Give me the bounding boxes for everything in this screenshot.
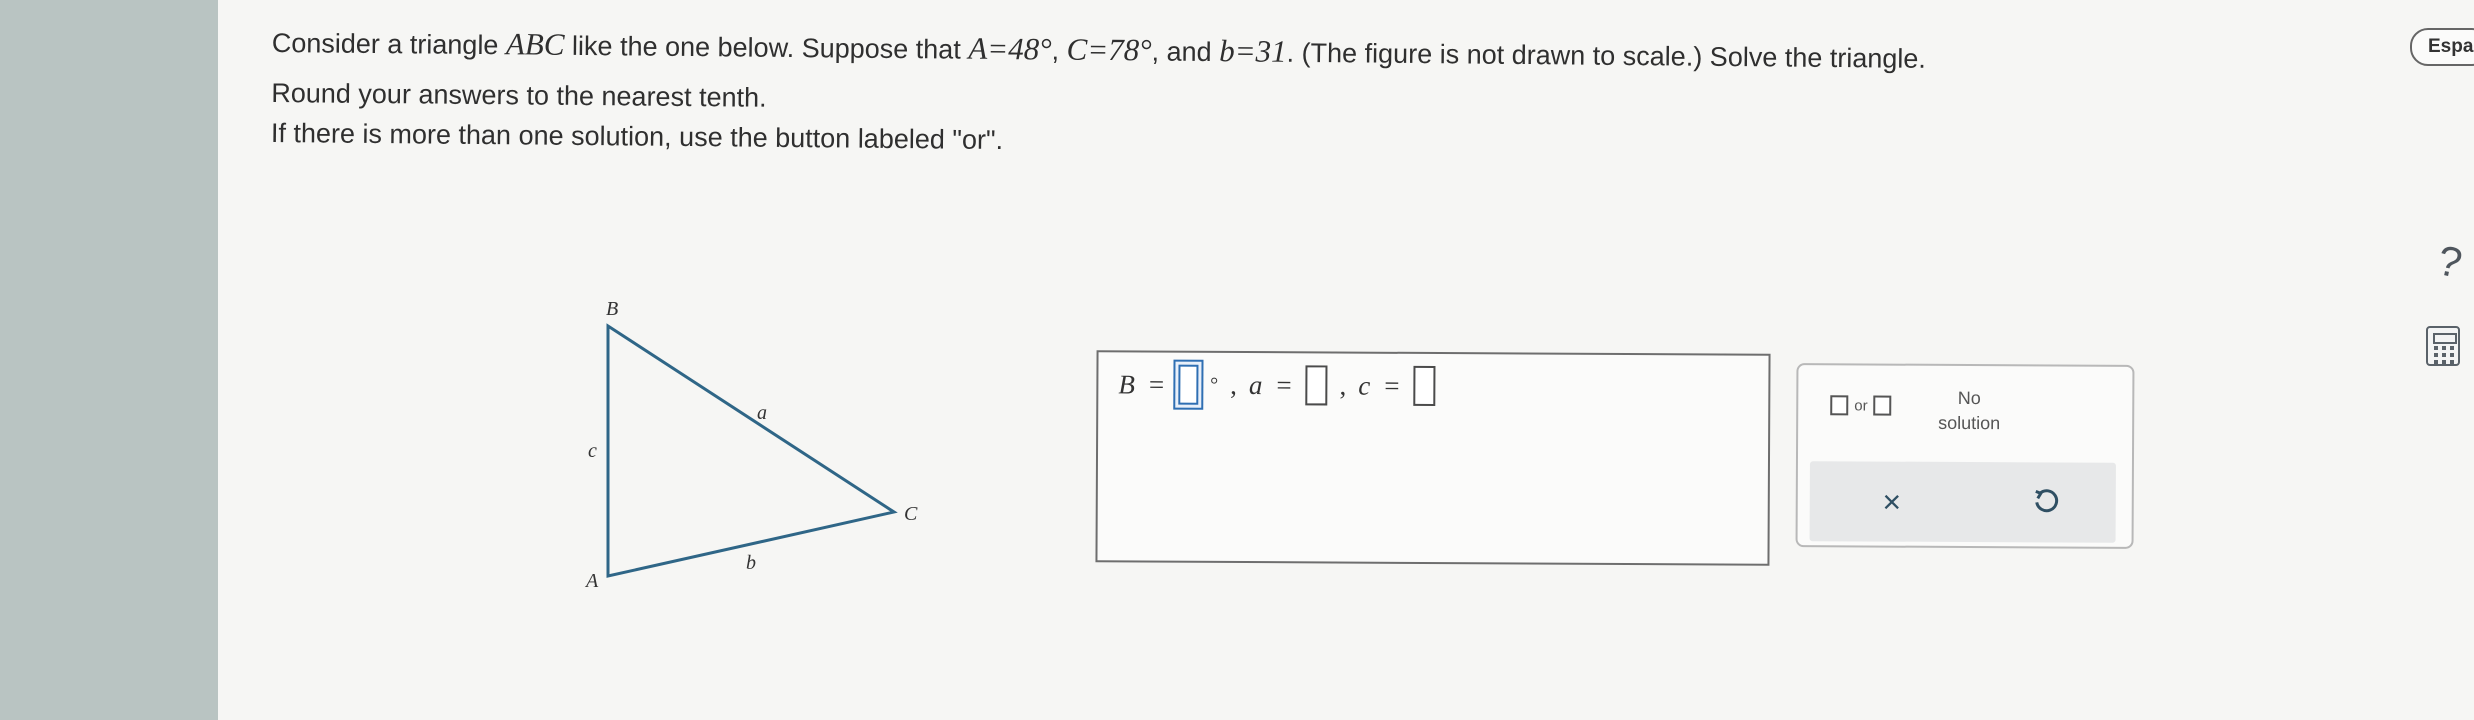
triangle-shape <box>606 323 898 578</box>
vertex-b-label: B <box>606 298 618 320</box>
close-icon: × <box>1882 483 1902 520</box>
no-solution-line1: No <box>1957 387 1981 409</box>
undo-icon <box>2035 489 2059 513</box>
angle-b-input[interactable] <box>1178 364 1199 405</box>
comma-after-b: , <box>1230 369 1237 400</box>
problem-prompt: Consider a triangle ABC like the one bel… <box>271 22 1926 169</box>
answer-entry-box: B = ° , a = , c = <box>1095 350 1771 566</box>
answer-row: B = ° , a = , c = <box>1118 364 1436 407</box>
equals-c: = <box>1384 370 1400 401</box>
answer-a-label: a <box>1248 369 1263 400</box>
prompt-like-text: like the one below. Suppose that <box>571 30 961 65</box>
no-solution-line2: solution <box>1938 412 2001 434</box>
answer-b-label: B <box>1118 368 1135 399</box>
language-tab[interactable]: Espa <box>2410 28 2474 66</box>
side-c-label: c <box>588 440 597 462</box>
angle-a-value: 48° <box>1008 31 1052 67</box>
or-left-box-icon <box>1830 395 1849 416</box>
degree-symbol: ° <box>1210 373 1219 396</box>
side-b-label: b <box>1219 33 1235 69</box>
answer-tools-panel: or No solution × <box>1795 363 2135 549</box>
or-button[interactable]: or <box>1830 395 1892 416</box>
vertex-a-label: A <box>584 570 599 592</box>
no-solution-button[interactable]: No solution <box>1924 386 2014 436</box>
angle-c-value: 78° <box>1108 32 1152 68</box>
angle-c-label: C <box>1066 31 1088 67</box>
comma-after-a: , <box>1339 370 1347 401</box>
side-c-input[interactable] <box>1413 365 1436 407</box>
and-text: and <box>1166 36 1212 68</box>
or-right-box-icon <box>1873 395 1892 416</box>
tool-action-bar: × <box>1809 461 2116 543</box>
triangle-figure: B C A a b c <box>584 298 918 592</box>
side-a-label: a <box>757 402 767 424</box>
equals-b: = <box>1148 369 1165 400</box>
angle-a-label: A <box>968 30 988 66</box>
prompt-intro: Consider a triangle <box>271 27 499 61</box>
triangle-name: ABC <box>505 26 565 62</box>
equals-a: = <box>1276 369 1292 400</box>
answer-c-label: c <box>1358 370 1371 401</box>
side-b-figure-label: b <box>746 552 756 574</box>
side-a-input[interactable] <box>1305 365 1328 406</box>
vertex-c-label: C <box>904 503 918 525</box>
prompt-remainder: . (The figure is not drawn to scale.) So… <box>1286 37 1927 74</box>
calculator-icon[interactable] <box>2426 326 2460 366</box>
or-label: or <box>1854 396 1868 414</box>
side-b-value: 31 <box>1255 33 1287 69</box>
clear-button[interactable]: × <box>1864 477 1920 525</box>
undo-button[interactable] <box>2018 478 2074 526</box>
